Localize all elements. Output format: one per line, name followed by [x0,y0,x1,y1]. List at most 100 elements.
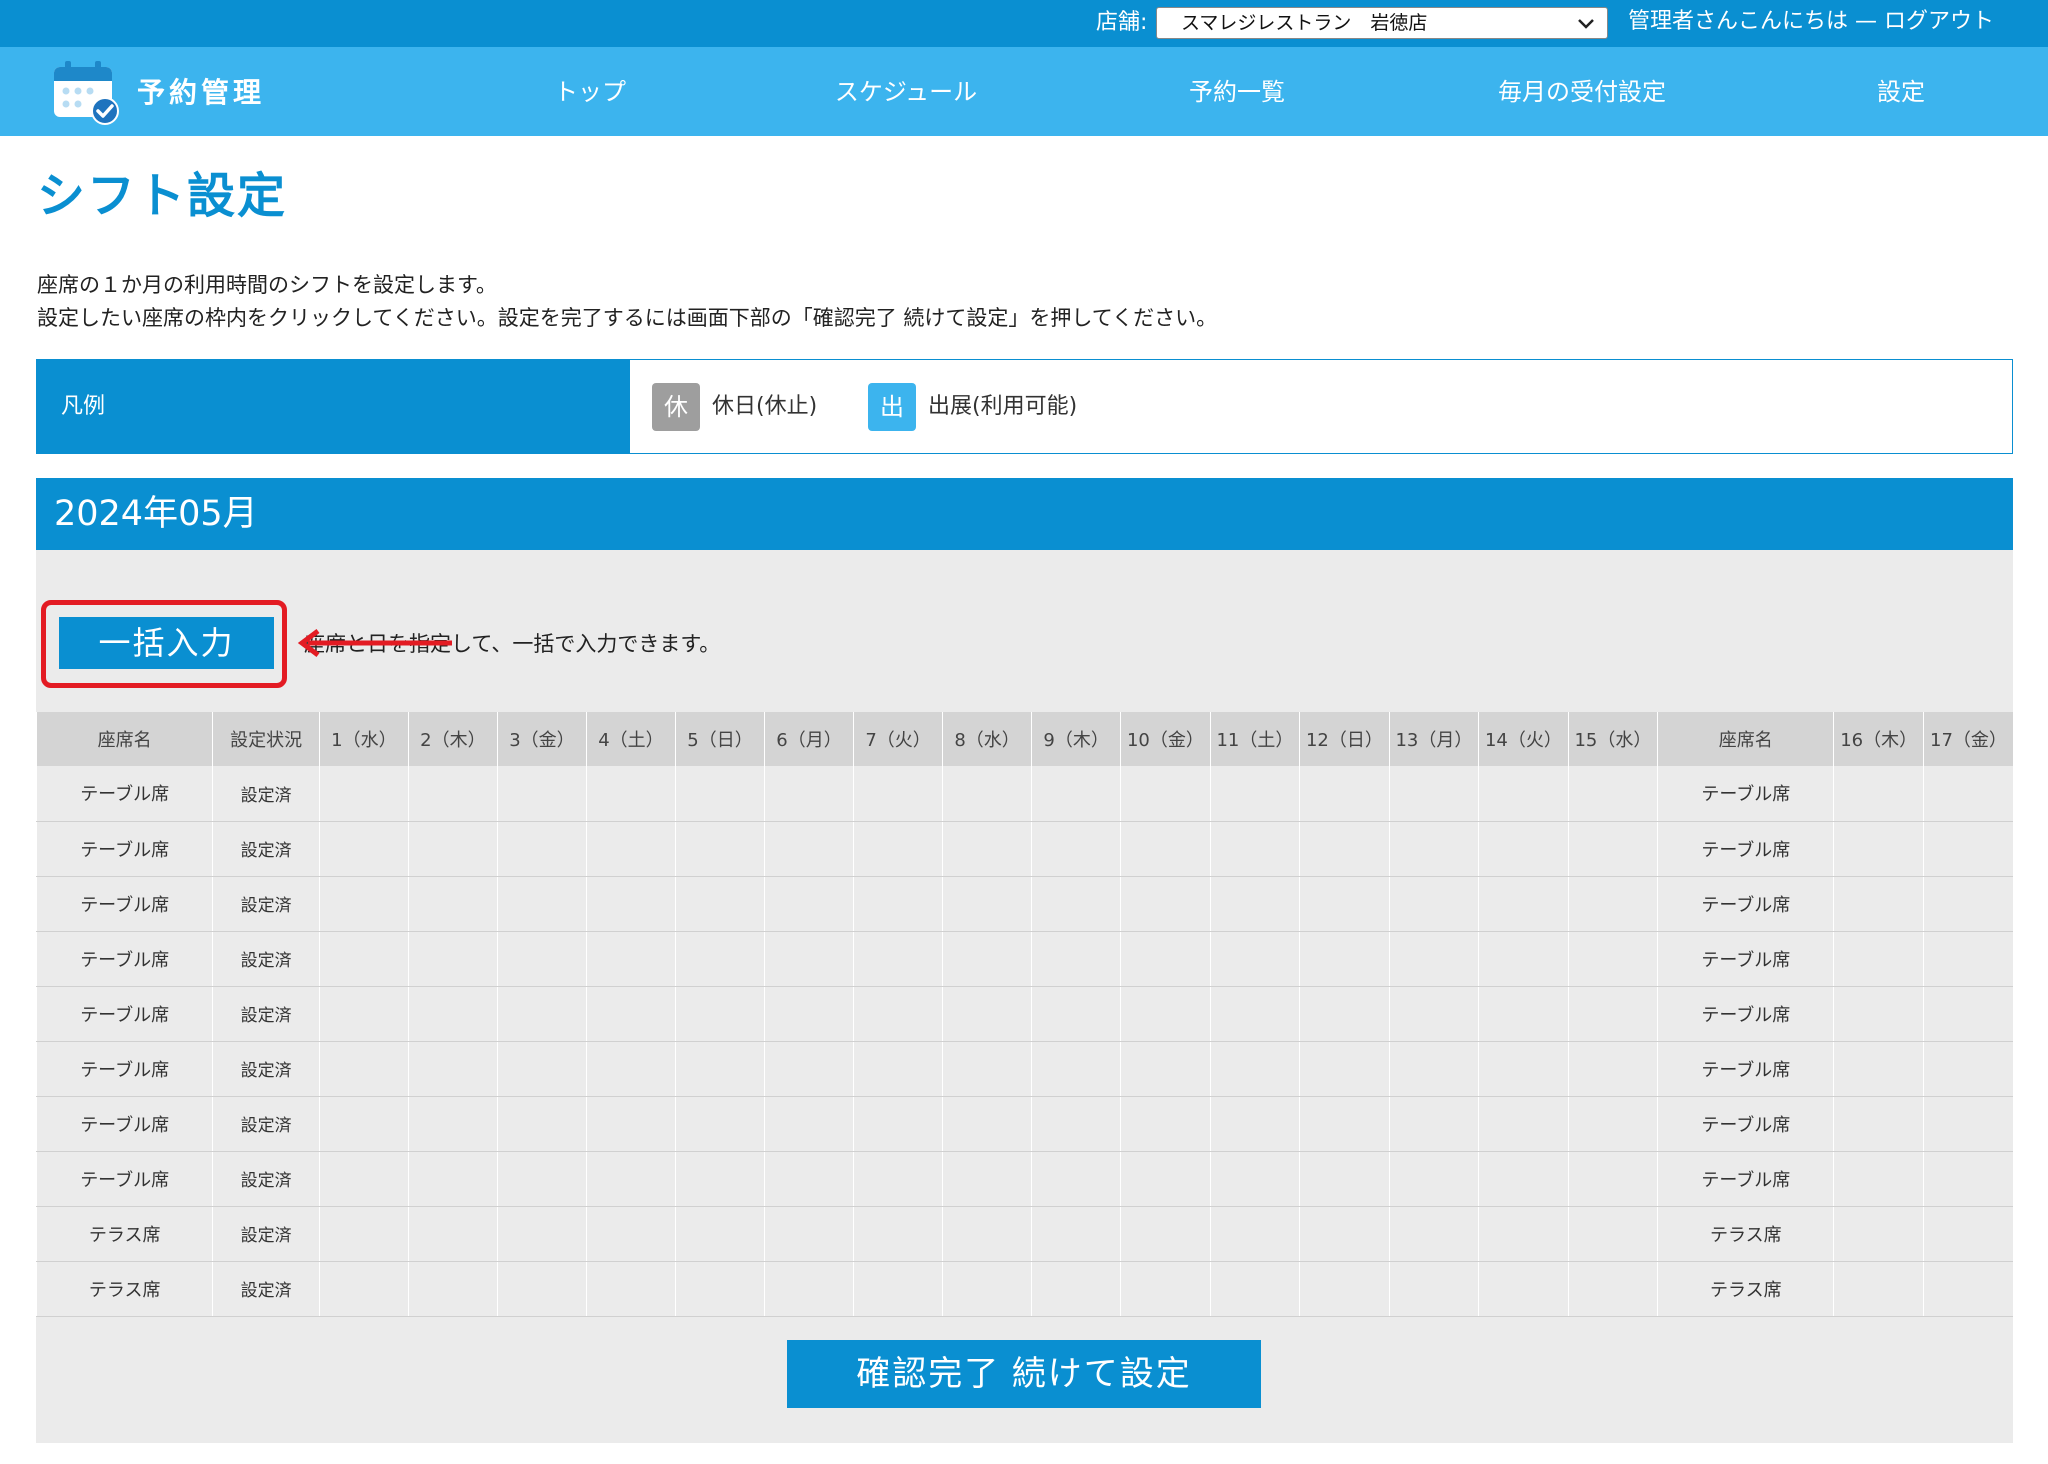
shift-cell[interactable] [318,1206,409,1262]
shift-cell[interactable] [1209,1041,1300,1097]
shift-cell[interactable] [1922,1041,2013,1097]
shift-cell[interactable] [764,1206,854,1262]
shift-cell[interactable] [407,1041,498,1097]
shift-cell[interactable] [407,766,498,822]
shift-cell[interactable] [1388,986,1479,1042]
shift-cell[interactable] [407,1096,498,1152]
shift-cell[interactable] [674,986,765,1042]
shift-cell[interactable] [1299,931,1390,987]
shift-cell[interactable] [318,876,409,932]
shift-cell[interactable] [496,986,587,1042]
shift-cell[interactable] [1031,876,1121,932]
shift-cell[interactable] [853,766,943,822]
shift-cell[interactable] [1209,931,1300,987]
shift-cell[interactable] [1299,1261,1390,1317]
shift-cell[interactable] [1833,821,1924,877]
shift-cell[interactable] [1922,986,2013,1042]
shift-cell[interactable] [585,821,676,877]
shift-cell[interactable] [764,931,854,987]
shift-cell[interactable] [1567,1151,1658,1207]
shift-cell[interactable] [1209,1096,1300,1152]
shift-cell[interactable] [1833,1261,1924,1317]
shift-cell[interactable] [764,876,854,932]
shift-cell[interactable] [585,766,676,822]
shift-cell[interactable] [853,876,943,932]
shift-cell[interactable] [1388,931,1479,987]
shift-cell[interactable] [1209,821,1300,877]
shift-cell[interactable] [318,986,409,1042]
shift-cell[interactable] [318,931,409,987]
shift-cell[interactable] [1478,1151,1569,1207]
shift-cell[interactable] [1922,1206,2013,1262]
shift-cell[interactable] [942,931,1032,987]
shift-cell[interactable] [318,821,409,877]
shift-cell[interactable] [1388,1151,1479,1207]
shift-cell[interactable] [764,1261,854,1317]
shift-cell[interactable] [1567,931,1658,987]
shift-cell[interactable] [1833,1041,1924,1097]
shift-cell[interactable] [1388,1206,1479,1262]
shift-cell[interactable] [1388,1261,1479,1317]
shift-cell[interactable] [1478,1096,1569,1152]
shift-cell[interactable] [674,1151,765,1207]
shift-cell[interactable] [1478,1261,1569,1317]
shift-cell[interactable] [1922,931,2013,987]
shift-cell[interactable] [1120,1261,1211,1317]
shift-cell[interactable] [1922,876,2013,932]
shift-cell[interactable] [1478,766,1569,822]
shift-cell[interactable] [674,821,765,877]
shift-cell[interactable] [1388,1041,1479,1097]
shift-cell[interactable] [585,876,676,932]
shift-cell[interactable] [942,1151,1032,1207]
shift-cell[interactable] [674,1041,765,1097]
shift-cell[interactable] [496,931,587,987]
shift-cell[interactable] [496,1261,587,1317]
shift-cell[interactable] [1031,931,1121,987]
logout-link[interactable]: ログアウト [1884,9,1994,34]
shift-cell[interactable] [1209,1151,1300,1207]
shift-cell[interactable] [1299,1151,1390,1207]
shift-cell[interactable] [585,931,676,987]
shift-cell[interactable] [1833,931,1924,987]
shift-cell[interactable] [1567,1261,1658,1317]
shift-cell[interactable] [407,821,498,877]
shift-cell[interactable] [942,1096,1032,1152]
shift-cell[interactable] [1922,821,2013,877]
store-select[interactable]: スマレジレストラン 岩徳店 [1156,7,1608,39]
shift-cell[interactable] [1031,821,1121,877]
shift-cell[interactable] [585,1261,676,1317]
shift-cell[interactable] [853,931,943,987]
shift-cell[interactable] [1567,821,1658,877]
shift-cell[interactable] [407,1261,498,1317]
shift-cell[interactable] [1031,1041,1121,1097]
shift-cell[interactable] [1299,821,1390,877]
shift-cell[interactable] [1567,766,1658,822]
shift-cell[interactable] [1031,1206,1121,1262]
shift-cell[interactable] [407,986,498,1042]
shift-cell[interactable] [1299,1041,1390,1097]
app-logo-text[interactable]: 予約管理 [137,75,265,111]
shift-cell[interactable] [1031,766,1121,822]
shift-cell[interactable] [853,821,943,877]
shift-cell[interactable] [407,1151,498,1207]
shift-cell[interactable] [496,766,587,822]
shift-cell[interactable] [764,1151,854,1207]
shift-cell[interactable] [1209,766,1300,822]
shift-cell[interactable] [318,1096,409,1152]
shift-cell[interactable] [1120,876,1211,932]
shift-cell[interactable] [496,1096,587,1152]
confirm-continue-button[interactable]: 確認完了 続けて設定 [787,1340,1261,1408]
shift-cell[interactable] [1299,1096,1390,1152]
shift-cell[interactable] [674,1096,765,1152]
shift-cell[interactable] [1833,1206,1924,1262]
shift-cell[interactable] [1031,1151,1121,1207]
shift-cell[interactable] [1478,986,1569,1042]
shift-cell[interactable] [1388,876,1479,932]
shift-cell[interactable] [674,931,765,987]
shift-cell[interactable] [496,876,587,932]
shift-cell[interactable] [1120,1151,1211,1207]
shift-cell[interactable] [1922,766,2013,822]
shift-cell[interactable] [1299,766,1390,822]
shift-cell[interactable] [1209,1261,1300,1317]
shift-cell[interactable] [1388,1096,1479,1152]
